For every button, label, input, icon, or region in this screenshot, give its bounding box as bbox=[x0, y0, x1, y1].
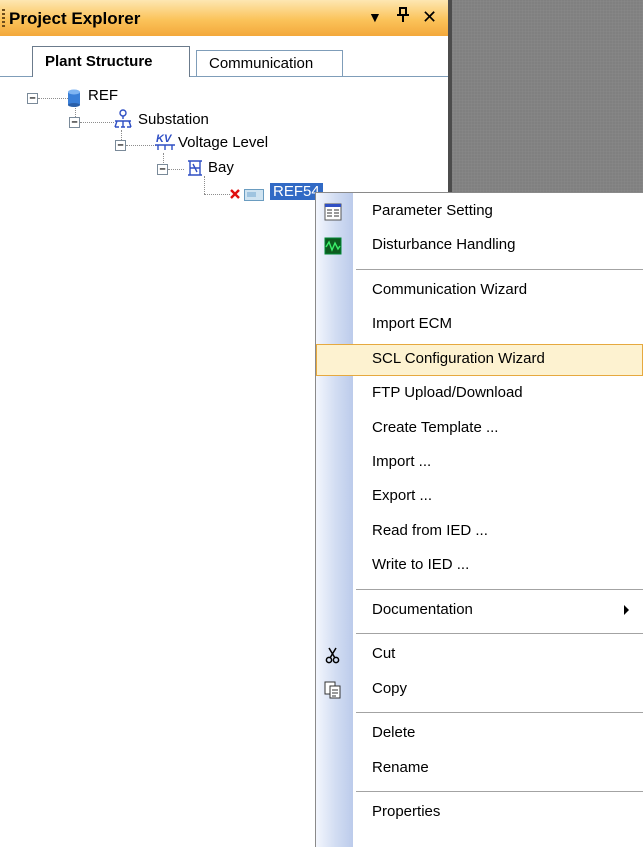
context-menu: Parameter Setting Disturbance Handling Com… bbox=[315, 192, 643, 847]
database-icon bbox=[67, 89, 81, 112]
menu-separator bbox=[356, 269, 643, 270]
menu-item-label: Export ... bbox=[372, 487, 433, 504]
menu-item-label: Copy bbox=[372, 680, 408, 697]
close-icon[interactable]: ✕ bbox=[422, 6, 437, 28]
pin-icon[interactable] bbox=[397, 6, 409, 28]
drag-grip-icon[interactable] bbox=[2, 9, 5, 27]
copy-icon bbox=[324, 681, 342, 699]
ied-icon bbox=[244, 188, 264, 206]
expander-voltage-level[interactable]: – bbox=[115, 140, 126, 151]
substation-icon bbox=[112, 108, 134, 135]
tree-node-voltage-level[interactable]: Voltage Level bbox=[178, 134, 268, 151]
menu-item-import-ecm[interactable]: Import ECM bbox=[316, 309, 643, 341]
menu-item-label: Parameter Setting bbox=[372, 202, 493, 219]
menu-item-label: Rename bbox=[372, 759, 429, 776]
menu-item-create-template[interactable]: Create Template ... bbox=[316, 413, 643, 445]
menu-item-label: Cut bbox=[372, 645, 396, 662]
menu-separator bbox=[356, 712, 643, 713]
menu-item-label: Properties bbox=[372, 803, 441, 820]
menu-item-label: Disturbance Handling bbox=[372, 236, 516, 253]
expander-bay[interactable]: – bbox=[157, 164, 168, 175]
bay-icon bbox=[187, 159, 203, 182]
dropdown-icon[interactable]: ▼ bbox=[368, 6, 382, 28]
scissors-icon bbox=[324, 646, 342, 664]
menu-item-import[interactable]: Import ... bbox=[316, 447, 643, 479]
menu-item-label: Import ECM bbox=[372, 315, 453, 332]
menu-item-write-to-ied[interactable]: Write to IED ... bbox=[316, 550, 643, 582]
menu-item-label: FTP Upload/Download bbox=[372, 384, 523, 401]
menu-item-label: Communication Wizard bbox=[372, 281, 528, 298]
menu-item-label: Create Template ... bbox=[372, 419, 499, 436]
panel-title-bar[interactable]: Project Explorer ▼ ✕ bbox=[0, 0, 448, 37]
tree-node-ref[interactable]: REF bbox=[88, 87, 118, 104]
tree-connector bbox=[38, 98, 68, 99]
menu-item-read-from-ied[interactable]: Read from IED ... bbox=[316, 516, 643, 548]
menu-item-disturbance-handling[interactable]: Disturbance Handling bbox=[316, 230, 643, 262]
tree-node-bay[interactable]: Bay bbox=[208, 159, 234, 176]
tree-connector bbox=[204, 194, 230, 195]
menu-item-scl-configuration-wizard[interactable]: SCL Configuration Wizard bbox=[316, 344, 643, 376]
menu-item-cut[interactable]: Cut bbox=[316, 639, 643, 671]
menu-separator bbox=[356, 633, 643, 634]
menu-item-communication-wizard[interactable]: Communication Wizard bbox=[316, 275, 643, 307]
menu-item-parameter-setting[interactable]: Parameter Setting bbox=[316, 196, 643, 228]
menu-item-rename[interactable]: Rename bbox=[316, 753, 643, 785]
error-x-icon bbox=[229, 187, 241, 205]
expander-root[interactable]: – bbox=[27, 93, 38, 104]
menu-item-label: SCL Configuration Wizard bbox=[372, 350, 545, 367]
panel-title: Project Explorer bbox=[9, 9, 141, 28]
disturbance-handling-icon bbox=[324, 237, 342, 255]
menu-item-ftp-upload-download[interactable]: FTP Upload/Download bbox=[316, 378, 643, 410]
menu-item-label: Write to IED ... bbox=[372, 556, 470, 573]
menu-item-label: Delete bbox=[372, 724, 416, 741]
menu-item-properties[interactable]: Properties bbox=[316, 797, 643, 829]
menu-item-delete[interactable]: Delete bbox=[316, 718, 643, 750]
menu-separator bbox=[356, 791, 643, 792]
menu-separator bbox=[356, 589, 643, 590]
tree-connector bbox=[168, 169, 184, 170]
menu-item-label: Read from IED ... bbox=[372, 522, 488, 539]
tree-connector bbox=[126, 145, 156, 146]
menu-item-export[interactable]: Export ... bbox=[316, 481, 643, 513]
parameter-setting-icon bbox=[324, 203, 342, 221]
menu-item-copy[interactable]: Copy bbox=[316, 674, 643, 706]
tree-connector bbox=[204, 176, 205, 194]
voltage-level-icon: KV bbox=[154, 133, 176, 151]
menu-item-documentation[interactable]: Documentation bbox=[316, 595, 643, 627]
tree-connector bbox=[80, 122, 114, 123]
tree-node-substation[interactable]: Substation bbox=[138, 111, 209, 128]
menu-item-label: Documentation bbox=[372, 601, 473, 618]
submenu-arrow-icon bbox=[624, 605, 629, 615]
tab-communication[interactable]: Communication bbox=[196, 50, 343, 76]
menu-item-label: Import ... bbox=[372, 453, 432, 470]
expander-substation[interactable]: – bbox=[69, 117, 80, 128]
tab-plant-structure[interactable]: Plant Structure bbox=[32, 46, 190, 77]
